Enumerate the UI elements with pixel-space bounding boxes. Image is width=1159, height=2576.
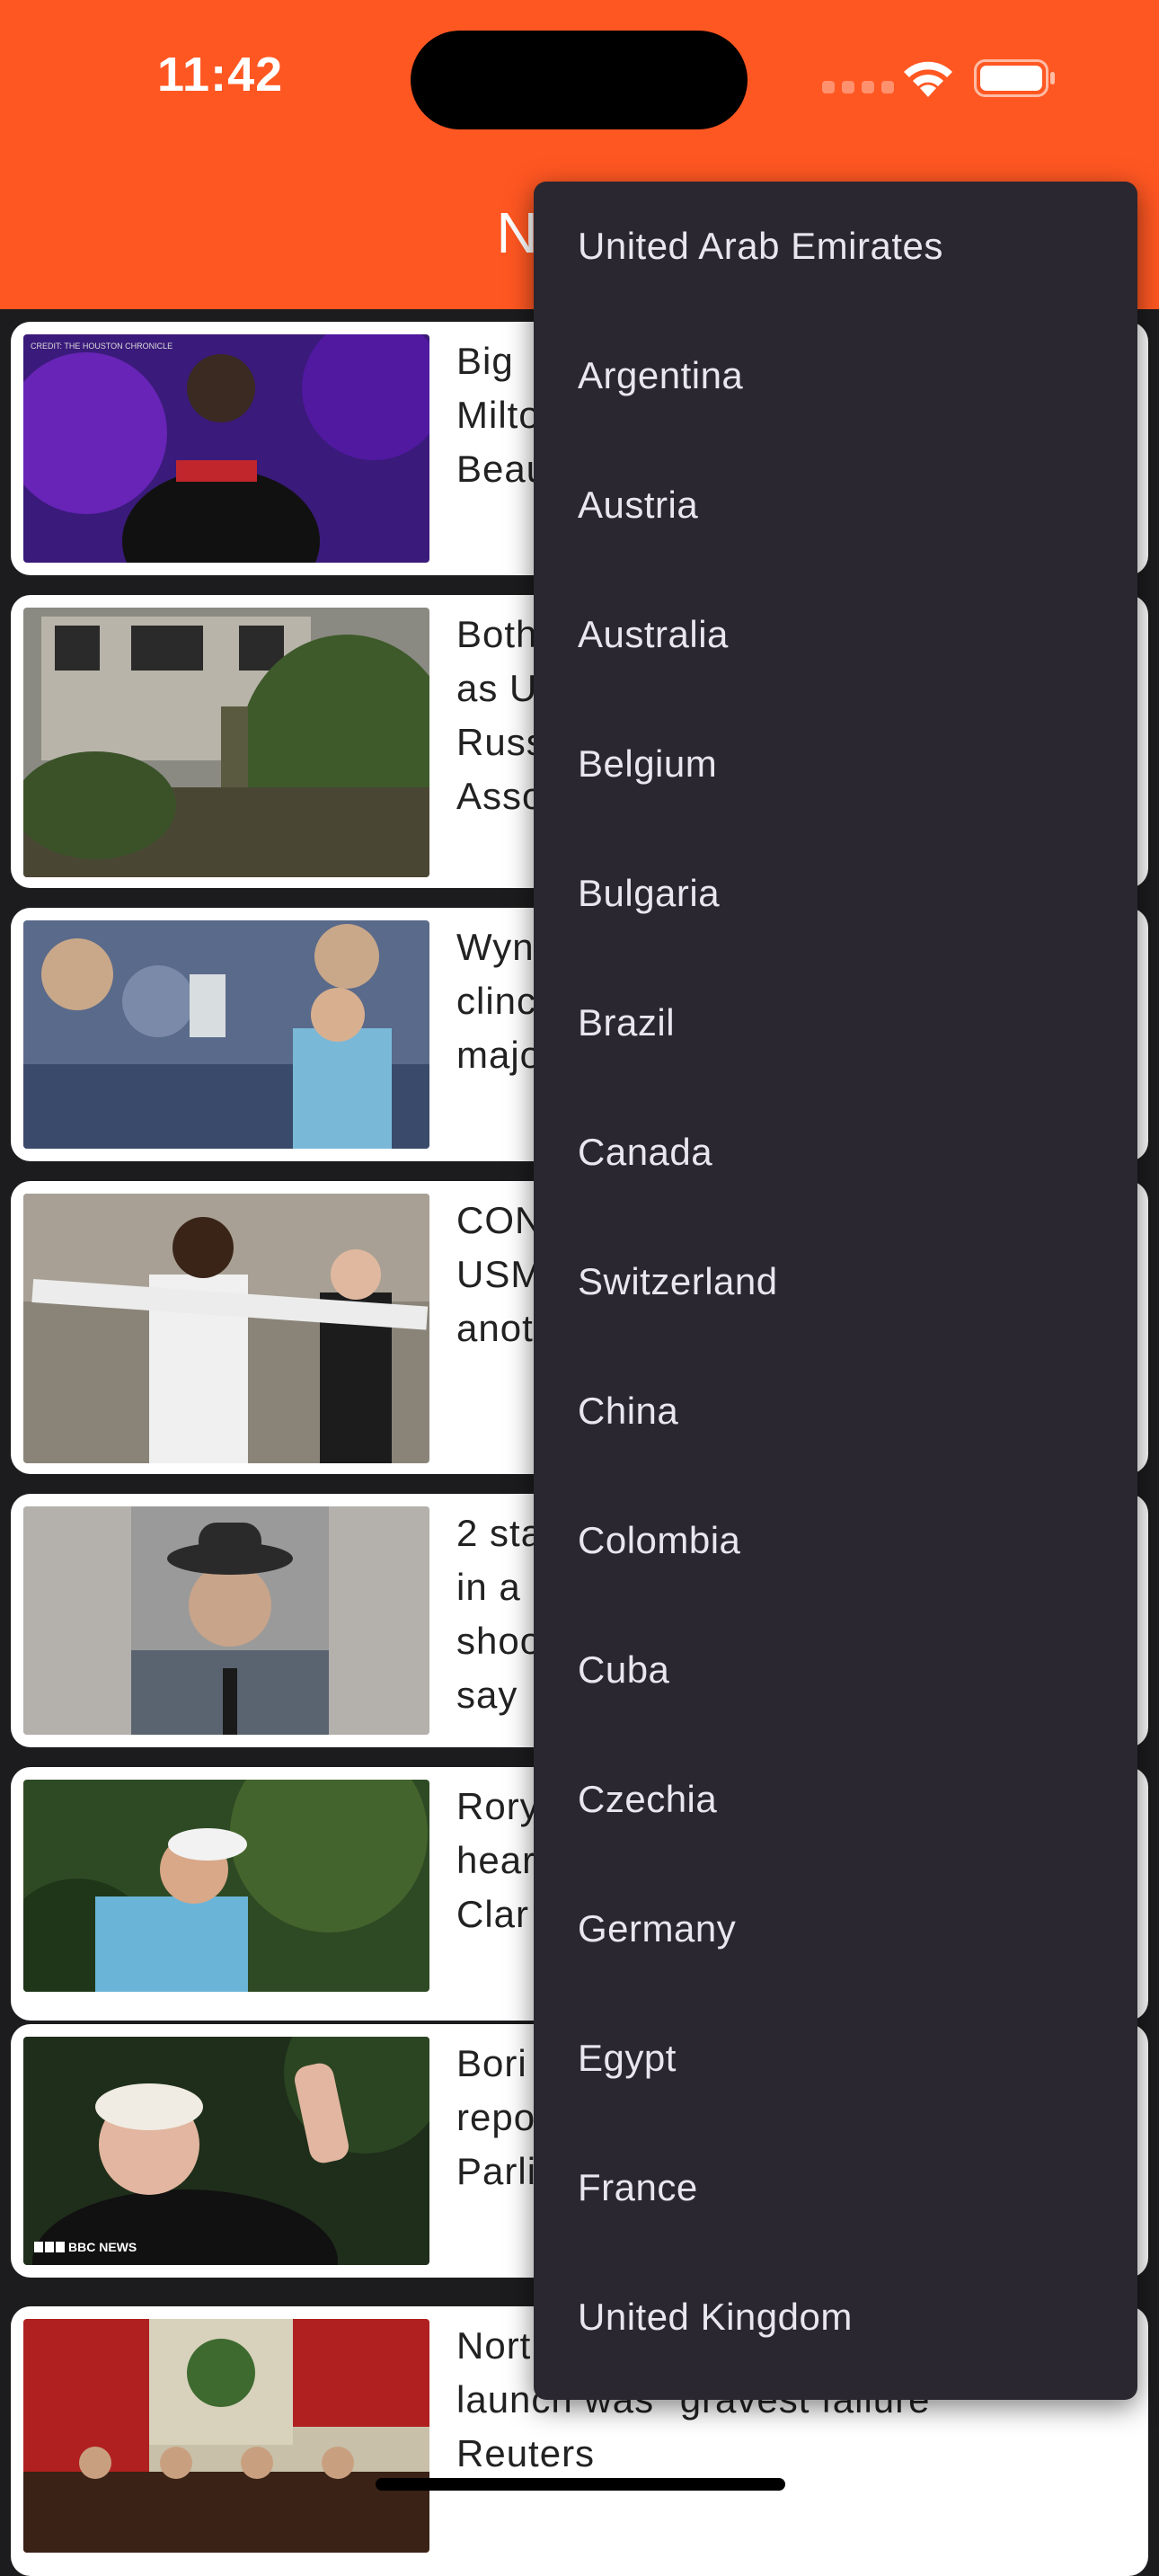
menu-item-ar[interactable]: Argentina: [534, 311, 1137, 440]
country-dropdown-menu[interactable]: United Arab Emirates Argentina Austria A…: [534, 182, 1137, 2400]
article-thumbnail: [23, 2319, 429, 2553]
bbc-news-watermark: BBC NEWS: [68, 2240, 137, 2254]
menu-item-eg[interactable]: Egypt: [534, 1994, 1137, 2123]
article-thumbnail: [23, 1194, 429, 1463]
article-thumbnail: CREDIT: THE HOUSTON CHRONICLE: [23, 334, 429, 563]
menu-item-cn[interactable]: China: [534, 1346, 1137, 1476]
wifi-icon: [904, 61, 952, 97]
menu-item-gb[interactable]: United Kingdom: [534, 2252, 1137, 2382]
article-thumbnail: [23, 1780, 429, 1992]
article-thumbnail: [23, 920, 429, 1149]
battery-icon: [974, 59, 1055, 97]
menu-item-ae[interactable]: United Arab Emirates: [534, 182, 1137, 311]
article-thumbnail: [23, 608, 429, 877]
article-thumbnail: BBC NEWS: [23, 2037, 429, 2265]
thumbnail-credit: CREDIT: THE HOUSTON CHRONICLE: [31, 342, 173, 351]
status-time: 11:42: [157, 48, 284, 102]
menu-item-be[interactable]: Belgium: [534, 699, 1137, 829]
menu-item-cu[interactable]: Cuba: [534, 1605, 1137, 1735]
menu-item-fr[interactable]: France: [534, 2123, 1137, 2252]
dynamic-island: [411, 31, 748, 129]
menu-item-bg[interactable]: Bulgaria: [534, 829, 1137, 958]
menu-item-de[interactable]: Germany: [534, 1864, 1137, 1994]
menu-item-br[interactable]: Brazil: [534, 958, 1137, 1088]
menu-item-co[interactable]: Colombia: [534, 1476, 1137, 1605]
article-thumbnail: [23, 1506, 429, 1735]
menu-item-at[interactable]: Austria: [534, 440, 1137, 570]
menu-item-au[interactable]: Australia: [534, 570, 1137, 699]
home-indicator[interactable]: [376, 2478, 785, 2491]
menu-item-cz[interactable]: Czechia: [534, 1735, 1137, 1864]
menu-item-ch[interactable]: Switzerland: [534, 1217, 1137, 1346]
menu-item-ca[interactable]: Canada: [534, 1088, 1137, 1217]
